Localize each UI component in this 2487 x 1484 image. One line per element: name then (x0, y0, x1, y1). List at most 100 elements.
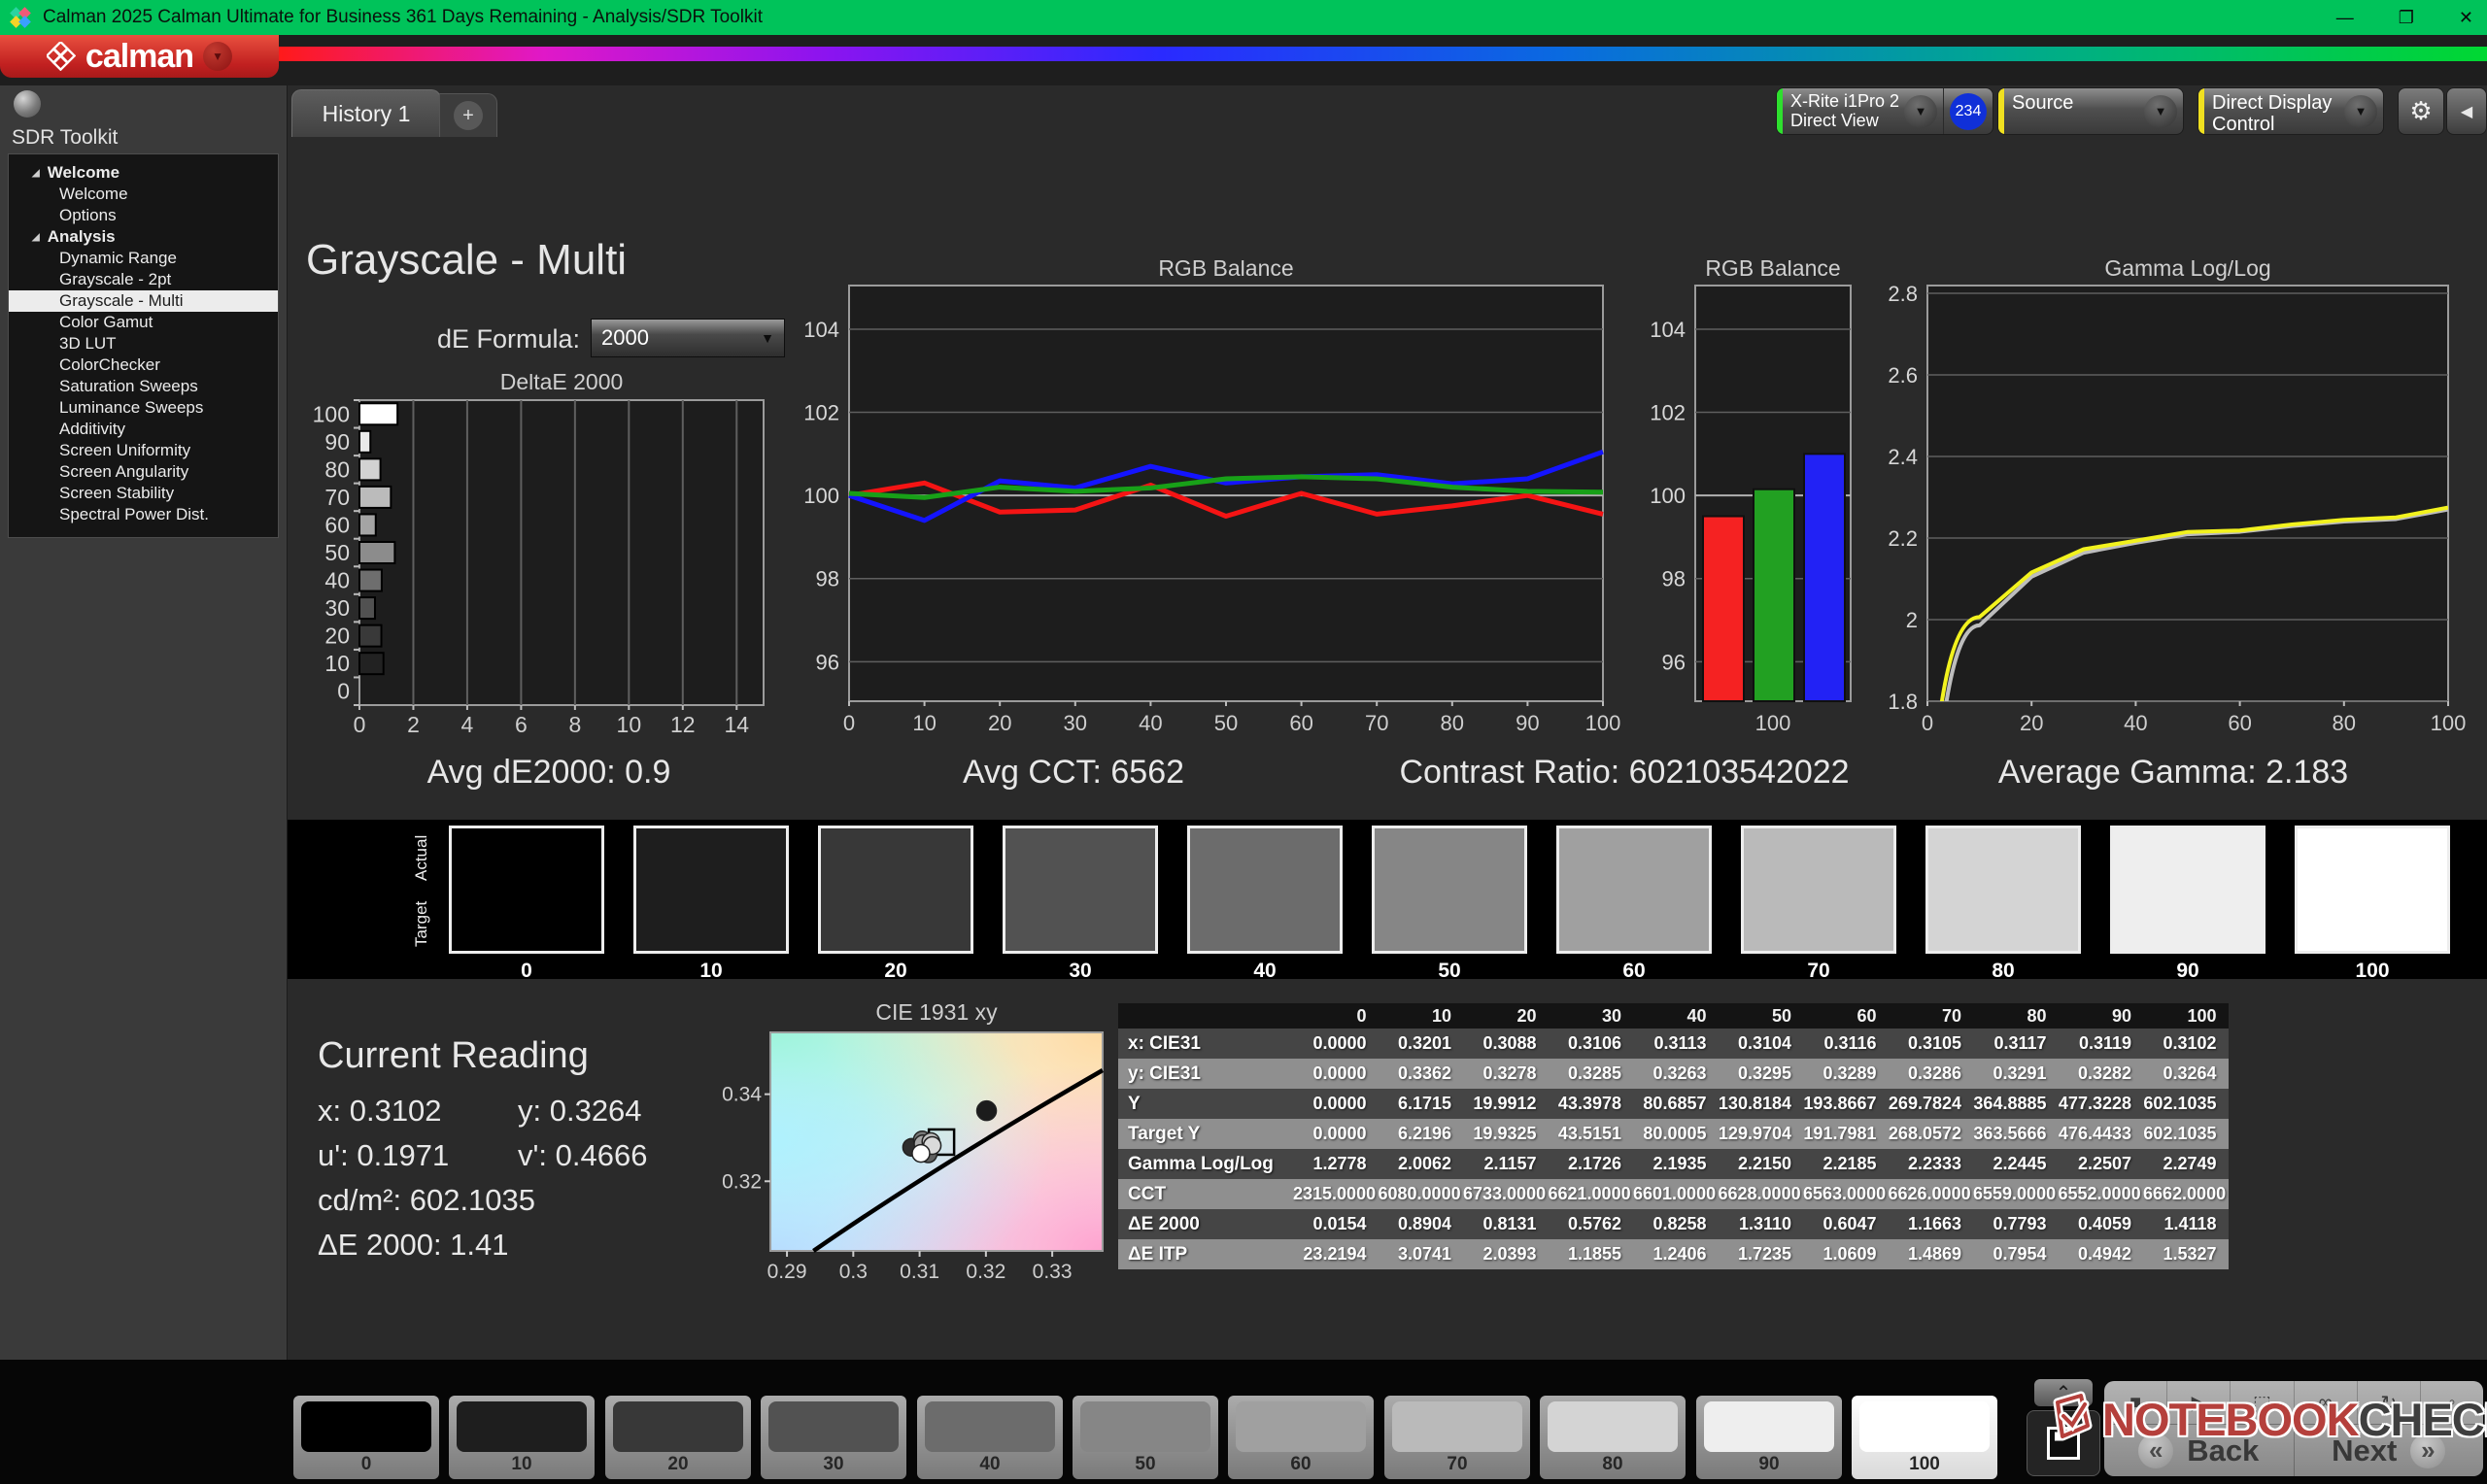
patch-button-30[interactable]: 30 (761, 1396, 906, 1479)
settings-button[interactable]: ⚙ (2398, 87, 2444, 135)
nav-icon-button[interactable]: ■ (2104, 1381, 2167, 1424)
nav-icon-button[interactable]: ◦ (2421, 1381, 2483, 1424)
table-row-label: y: CIE31 (1118, 1059, 1293, 1089)
sidebar-item-grayscale-multi[interactable]: Grayscale - Multi (9, 290, 278, 312)
table-cell: 2.2749 (2143, 1149, 2229, 1179)
reading-u-prime: u': 0.1971 (318, 1138, 449, 1173)
nav-icon-button[interactable]: ▶ (2167, 1381, 2231, 1424)
restore-button[interactable]: ❐ (2399, 8, 2414, 28)
table-cell: 0.3263 (1633, 1059, 1719, 1089)
sidebar-item-screen-uniformity[interactable]: Screen Uniformity (9, 440, 278, 461)
table-cell: 269.7824 (1889, 1089, 1974, 1119)
patch-button-0[interactable]: 0 (293, 1396, 439, 1479)
nav-icon-button[interactable]: ↻ (2358, 1381, 2421, 1424)
table-column-header: 50 (1719, 1003, 1804, 1029)
stat-contrast-ratio: Contrast Ratio: 602103542022 (1399, 754, 1849, 792)
sidebar-item-additivity[interactable]: Additivity (9, 419, 278, 440)
sidebar-item-grayscale-2pt[interactable]: Grayscale - 2pt (9, 269, 278, 290)
svg-text:10: 10 (324, 651, 350, 676)
source-selector-dropdown[interactable]: Source ▼ (1997, 87, 2184, 135)
table-cell: 0.8131 (1463, 1209, 1549, 1239)
svg-text:4: 4 (461, 712, 474, 737)
table-cell: 19.9325 (1463, 1119, 1549, 1149)
calman-brand-banner[interactable]: calman ▼ (0, 35, 279, 78)
patch-swatch (1080, 1401, 1210, 1452)
record-button[interactable] (14, 90, 41, 118)
tree-expand-icon[interactable]: ◢ (32, 227, 40, 249)
patch-button-40[interactable]: 40 (917, 1396, 1063, 1479)
table-row: Target Y0.00006.219619.932543.515180.000… (1118, 1119, 2229, 1149)
sidebar-item-luminance-sweeps[interactable]: Luminance Sweeps (9, 397, 278, 419)
table-column-header: 0 (1293, 1003, 1379, 1029)
table-row-label: ΔE 2000 (1118, 1209, 1293, 1239)
table-cell: 6.1715 (1379, 1089, 1464, 1119)
table-row: ΔE ITP23.21943.07412.03931.18551.24061.7… (1118, 1239, 2229, 1269)
de-formula-select[interactable]: 2000 ▼ (591, 319, 785, 357)
patch-button-50[interactable]: 50 (1073, 1396, 1218, 1479)
svg-text:100: 100 (1585, 711, 1621, 735)
minimize-button[interactable]: — (2336, 8, 2354, 28)
table-cell: 0.8258 (1633, 1209, 1719, 1239)
patch-button-80[interactable]: 80 (1540, 1396, 1686, 1479)
sidebar-item-screen-angularity[interactable]: Screen Angularity (9, 461, 278, 483)
grayscale-swatch-50 (1372, 826, 1527, 954)
patch-window-button[interactable] (2027, 1410, 2100, 1476)
svg-text:98: 98 (816, 567, 839, 591)
svg-text:RGB Balance: RGB Balance (1705, 260, 1840, 281)
patch-button-20[interactable]: 20 (605, 1396, 751, 1479)
close-button[interactable]: ✕ (2459, 8, 2473, 28)
table-cell: 1.2406 (1633, 1239, 1719, 1269)
svg-text:20: 20 (988, 711, 1011, 735)
patch-button-70[interactable]: 70 (1384, 1396, 1530, 1479)
brand-dropdown-arrow-icon[interactable]: ▼ (203, 42, 232, 71)
sidebar-item-spectral-power-dist-[interactable]: Spectral Power Dist. (9, 504, 278, 525)
sidebar-item-dynamic-range[interactable]: Dynamic Range (9, 248, 278, 269)
patch-button-60[interactable]: 60 (1228, 1396, 1374, 1479)
patch-button-90[interactable]: 90 (1696, 1396, 1842, 1479)
meter-selector-dropdown[interactable]: X-Rite i1Pro 2 Direct View ▼ 234 (1776, 87, 1993, 135)
sidebar-item-welcome[interactable]: Welcome (9, 184, 278, 205)
plus-icon: + (454, 101, 483, 130)
display-control-dropdown[interactable]: Direct Display Control ▼ (2197, 87, 2384, 135)
reading-y: y: 0.3264 (518, 1094, 642, 1129)
table-cell: 0.3106 (1549, 1029, 1634, 1059)
swatch-level-label: 80 (1925, 960, 2081, 983)
patch-label: 100 (1859, 1454, 1990, 1475)
patch-bar-expand-button[interactable]: ⌃ (2034, 1379, 2093, 1406)
table-column-header: 70 (1889, 1003, 1974, 1029)
back-label: Back (2187, 1433, 2259, 1468)
sidebar-item-color-gamut[interactable]: Color Gamut (9, 312, 278, 333)
panel-collapse-button[interactable]: ◀ (2446, 87, 2487, 135)
sidebar-item-3d-lut[interactable]: 3D LUT (9, 333, 278, 354)
table-cell: 0.3291 (1973, 1059, 2059, 1089)
add-tab-button[interactable]: + (439, 93, 497, 137)
svg-text:2.2: 2.2 (1888, 526, 1918, 551)
svg-text:0.3: 0.3 (839, 1261, 868, 1283)
sidebar-item-analysis[interactable]: ◢Analysis (9, 226, 278, 248)
tab-history-label: History 1 (323, 101, 411, 127)
next-button[interactable]: Next » (2295, 1425, 2484, 1476)
back-button[interactable]: « Back (2104, 1425, 2295, 1476)
nav-icon-button[interactable]: ⬚ (2231, 1381, 2294, 1424)
sidebar-item-welcome[interactable]: ◢Welcome (9, 162, 278, 184)
meter-count-badge[interactable]: 234 (1950, 93, 1987, 130)
back-chevron-icon: « (2138, 1433, 2173, 1468)
sidebar-item-screen-stability[interactable]: Screen Stability (9, 483, 278, 504)
patch-button-10[interactable]: 10 (449, 1396, 595, 1479)
reading-luminance: cd/m²: 602.1035 (318, 1183, 535, 1218)
nav-icon-button[interactable]: ∞ (2295, 1381, 2358, 1424)
table-cell: 268.0572 (1889, 1119, 1974, 1149)
patch-button-100[interactable]: 100 (1852, 1396, 1997, 1479)
next-label: Next (2332, 1433, 2397, 1468)
sidebar-item-saturation-sweeps[interactable]: Saturation Sweeps (9, 376, 278, 397)
tree-expand-icon[interactable]: ◢ (32, 163, 40, 185)
sidebar-item-options[interactable]: Options (9, 205, 278, 226)
patch-swatch (1859, 1401, 1990, 1452)
svg-text:60: 60 (324, 512, 350, 537)
tab-history-1[interactable]: History 1 (291, 89, 441, 137)
deltae-2000-chart: DeltaE 200002468101214100908070605040302… (311, 374, 777, 753)
table-cell: 0.3088 (1463, 1029, 1549, 1059)
sidebar-item-colorchecker[interactable]: ColorChecker (9, 354, 278, 376)
table-cell: 0.3105 (1889, 1029, 1974, 1059)
swatch-level-label: 10 (633, 960, 789, 983)
